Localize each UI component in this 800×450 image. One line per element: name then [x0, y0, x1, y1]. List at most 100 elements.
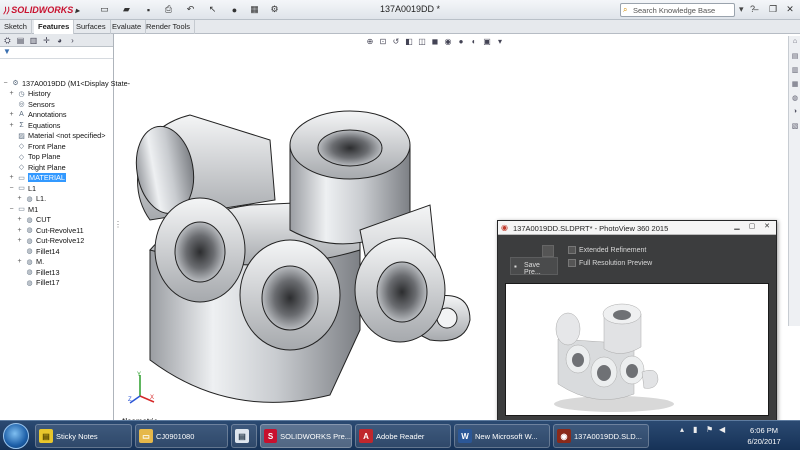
tree-cut-revolve12[interactable]: + ◍ Cut-Revolve12 — [16, 236, 84, 246]
configuration-manager-tab-icon[interactable]: ▥ — [28, 35, 39, 46]
network-icon[interactable]: ▮ — [693, 425, 703, 435]
open-icon[interactable]: ▰ — [120, 3, 133, 16]
tree-cut-revolve11[interactable]: + ◍ Cut-Revolve11 — [16, 225, 83, 235]
zoom-area-icon[interactable]: ⊡ — [378, 36, 388, 46]
expand-toggle-icon[interactable]: + — [16, 258, 23, 265]
save-icon[interactable]: ▪ — [142, 3, 155, 16]
taskbar-adobe-reader[interactable]: A Adobe Reader — [355, 424, 451, 448]
tree-material[interactable]: ▨ Material <not specified> — [8, 131, 105, 141]
task-pane-explorer-icon[interactable]: ▦ — [790, 80, 800, 92]
select-icon[interactable]: ↖ — [206, 3, 219, 16]
taskbar-photoview[interactable]: ◉ 137A0019DD.SLD... — [553, 424, 649, 448]
tree-right-plane[interactable]: ◇ Right Plane — [8, 162, 66, 172]
expand-toggle-icon[interactable]: + — [16, 227, 23, 234]
taskbar-document[interactable]: ▤ — [231, 424, 257, 448]
hide-show-icon[interactable]: ◉ — [443, 36, 453, 46]
start-button[interactable] — [3, 423, 29, 449]
property-manager-tab-icon[interactable]: ▤ — [15, 35, 26, 46]
photoview-minimize-icon[interactable]: ▁ — [731, 222, 743, 233]
tree-l1-folder[interactable]: − ▭ L1 — [8, 183, 36, 193]
traffic-light-icon[interactable]: ● — [228, 3, 241, 16]
solidworks-logo[interactable]: ⟩⟩ SOLIDWORKS ▸ — [3, 3, 79, 17]
tree-material-folder[interactable]: + ▭ MATERIAL — [8, 173, 66, 183]
tab-render-tools[interactable]: Render Tools — [142, 20, 196, 34]
taskbar-clock[interactable]: 6:06 PM 6/20/2017 — [738, 425, 790, 447]
tray-arrow-icon[interactable]: ▴ — [680, 425, 690, 435]
tab-evaluate[interactable]: Evaluate — [108, 20, 147, 34]
expand-toggle-icon[interactable]: + — [8, 122, 15, 129]
rebuild-icon[interactable]: ▦ — [248, 3, 261, 16]
expand-toggle-icon[interactable]: − — [2, 80, 9, 87]
save-preview-button[interactable]: ▪ Save Pre... — [510, 257, 558, 276]
options-icon[interactable]: ⚙ — [268, 3, 281, 16]
taskbar-solidworks[interactable]: S SOLIDWORKS Pre... — [260, 424, 352, 448]
tree-top-plane[interactable]: ◇ Top Plane — [8, 152, 61, 162]
extended-refinement-option[interactable]: Extended Refinement — [568, 245, 646, 255]
close-icon[interactable]: ✕ — [782, 2, 798, 16]
expand-toggle-icon[interactable]: + — [16, 195, 23, 202]
tree-fillet13[interactable]: ◍ Fillet13 — [16, 267, 59, 277]
section-view-icon[interactable]: ◧ — [404, 36, 414, 46]
restore-icon[interactable]: ❐ — [765, 2, 781, 16]
tree-fillet14[interactable]: ◍ Fillet14 — [16, 246, 59, 256]
task-pane-appearance-icon[interactable]: ◑ — [790, 108, 800, 120]
expand-toggle-icon[interactable]: − — [8, 206, 15, 213]
tab-surfaces[interactable]: Surfaces — [72, 20, 111, 34]
zoom-to-fit-icon[interactable]: ⊕ — [365, 36, 375, 46]
tree-front-plane[interactable]: ◇ Front Plane — [8, 141, 66, 151]
undo-icon[interactable]: ↶ — [184, 3, 197, 16]
flag-icon[interactable]: ⚑ — [706, 425, 716, 435]
tree-equations[interactable]: + Σ Equations — [8, 120, 60, 130]
expand-toggle-icon[interactable]: + — [16, 216, 23, 223]
panel-more-icon[interactable]: › — [67, 35, 78, 46]
photoview-maximize-icon[interactable]: ▢ — [746, 222, 758, 233]
tab-features[interactable]: Features — [34, 20, 75, 34]
full-resolution-option[interactable]: Full Resolution Preview — [568, 258, 652, 268]
task-pane-library-icon[interactable]: ▥ — [790, 66, 800, 78]
full-resolution-checkbox[interactable] — [568, 259, 576, 267]
edit-appearance-icon[interactable]: ● — [456, 36, 466, 46]
expand-toggle-icon[interactable]: + — [8, 90, 15, 97]
search-knowledge-base-input[interactable]: ⌕ Search Knowledge Base — [620, 3, 735, 17]
task-pane-home-icon[interactable]: ⌂ — [790, 38, 800, 50]
photoview-title-bar[interactable]: ◉ 137A0019DD.SLDPRT* - PhotoView 360 201… — [498, 221, 776, 235]
tree-fillet17[interactable]: ◍ Fillet17 — [16, 278, 59, 288]
dimxpert-tab-icon[interactable]: ✛ — [41, 35, 52, 46]
feature-manager-tab-icon[interactable]: ⛭ — [2, 35, 13, 46]
tree-sensors[interactable]: ◎ Sensors — [8, 99, 54, 109]
previous-view-icon[interactable]: ↺ — [391, 36, 401, 46]
tab-sketch[interactable]: Sketch — [0, 20, 32, 34]
taskbar-sticky-notes[interactable]: ▤ Sticky Notes — [35, 424, 132, 448]
expand-toggle-icon[interactable]: − — [8, 185, 15, 192]
new-document-icon[interactable]: ▭ — [98, 3, 111, 16]
task-pane-palette-icon[interactable]: ◍ — [790, 94, 800, 106]
photoview-close-icon[interactable]: ✕ — [761, 222, 773, 233]
render-option-square-icon[interactable] — [542, 245, 554, 257]
display-style-icon[interactable]: ◼ — [430, 36, 440, 46]
expand-toggle-icon[interactable]: + — [16, 237, 23, 244]
search-dropdown-icon[interactable]: ▾ — [739, 4, 744, 15]
filter-row[interactable]: ▼ — [0, 47, 113, 59]
apply-scene-icon[interactable]: ◐ — [469, 36, 479, 46]
volume-icon[interactable]: ◀ — [719, 425, 729, 435]
extended-refinement-checkbox[interactable] — [568, 246, 576, 254]
task-pane-resources-icon[interactable]: ▤ — [790, 52, 800, 64]
taskbar-folder[interactable]: ▭ CJ0901080 — [135, 424, 228, 448]
display-manager-tab-icon[interactable]: ◕ — [54, 35, 65, 46]
tree-cut[interactable]: + ◍ CUT — [16, 215, 51, 225]
print-icon[interactable]: ⎙ — [162, 3, 175, 16]
dropdown-icon[interactable]: ▾ — [495, 36, 505, 46]
tree-m1-folder[interactable]: − ▭ M1 — [8, 204, 38, 214]
tree-l1-feature[interactable]: + ◍ L1. — [16, 194, 46, 204]
expand-toggle-icon[interactable]: + — [8, 111, 15, 118]
tree-history[interactable]: + ◷ History — [8, 89, 50, 99]
minimize-icon[interactable]: – — [748, 2, 764, 16]
tree-root[interactable]: − ⚙ 137A0019DD (M1<Display State- — [2, 78, 130, 88]
task-pane-custom-icon[interactable]: ▧ — [790, 122, 800, 134]
taskbar-word[interactable]: W New Microsoft W... — [454, 424, 550, 448]
tree-annotations[interactable]: + A Annotations — [8, 110, 66, 120]
expand-toggle-icon[interactable]: + — [8, 174, 15, 181]
view-settings-icon[interactable]: ▣ — [482, 36, 492, 46]
view-orientation-icon[interactable]: ◫ — [417, 36, 427, 46]
tree-m-feature[interactable]: + ◍ M. — [16, 257, 44, 267]
